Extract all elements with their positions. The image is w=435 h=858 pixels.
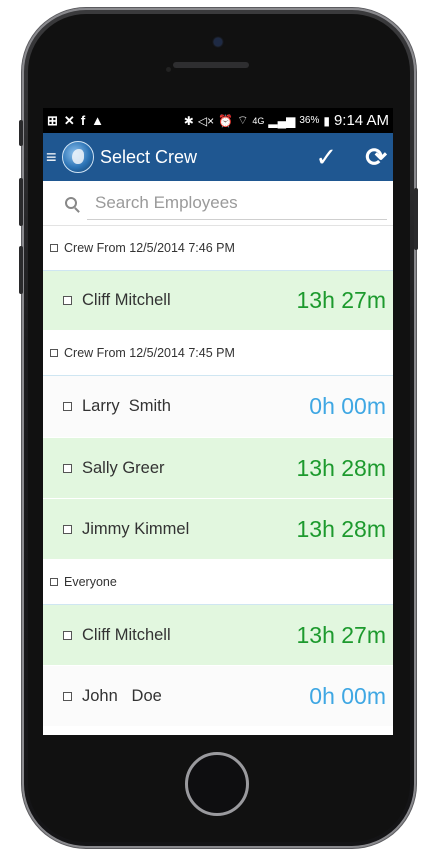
group-header[interactable]: Everyone: [43, 560, 393, 605]
search-icon: [65, 197, 77, 209]
employee-checkbox[interactable]: [63, 524, 72, 534]
employee-name: Jimmy Kimmel: [82, 519, 190, 538]
group-header-label: Crew From 12/5/2014 7:45 PM: [64, 346, 235, 360]
search-input[interactable]: [87, 186, 387, 220]
check-icon[interactable]: ✓: [315, 144, 337, 170]
wifi-icon: ⌔: [237, 113, 249, 127]
no-call-icon: ✕: [63, 112, 75, 128]
group-checkbox[interactable]: [50, 244, 58, 252]
employee-name: John Doe: [82, 686, 162, 705]
status-bar: ⊞ ✕ f ▲ ✱ ◁× ⏰ ⌔ 4G ▂▄▆ 36% ▮ 9:14 AM: [43, 108, 393, 133]
employee-time: 13h 28m: [296, 454, 386, 481]
employee-checkbox[interactable]: [63, 630, 72, 640]
mute-switch: [19, 120, 23, 146]
employee-row[interactable]: John Doe 0h 00m: [43, 666, 393, 727]
employee-name: Cliff Mitchell: [82, 625, 171, 644]
search-bar: [43, 181, 393, 226]
app-bar-actions: ✓ ⟳: [315, 144, 387, 170]
proximity-sensor: [166, 67, 171, 72]
employee-row[interactable]: Cliff Mitchell 13h 27m: [43, 271, 393, 331]
employee-checkbox[interactable]: [63, 463, 72, 473]
mute-icon: ◁×: [197, 113, 215, 128]
battery-icon: ▮: [323, 113, 330, 128]
volume-up-button: [19, 178, 23, 226]
employee-name: Sally Greer: [82, 458, 165, 477]
employee-checkbox[interactable]: [63, 691, 72, 701]
app-screen: ⊞ ✕ f ▲ ✱ ◁× ⏰ ⌔ 4G ▂▄▆ 36% ▮ 9:14 AM ≡ …: [43, 108, 393, 735]
power-button: [414, 188, 418, 250]
refresh-icon[interactable]: ⟳: [365, 144, 387, 170]
facebook-icon: f: [80, 113, 86, 128]
bluetooth-icon: ✱: [183, 113, 194, 128]
menu-icon[interactable]: ≡: [46, 147, 60, 168]
employee-name: Cliff Mitchell: [82, 291, 171, 309]
group-checkbox[interactable]: [50, 349, 58, 357]
front-camera: [214, 38, 222, 46]
alarm-icon: ⏰: [218, 113, 234, 128]
status-time: 9:14 AM: [333, 112, 389, 129]
group-header[interactable]: Crew From 12/5/2014 7:45 PM: [43, 331, 393, 376]
group-header-label: Crew From 12/5/2014 7:46 PM: [64, 241, 235, 255]
employee-time: 13h 27m: [296, 287, 386, 313]
app-logo[interactable]: [62, 141, 94, 173]
employee-row[interactable]: Cliff Mitchell 13h 27m: [43, 605, 393, 666]
employee-time: 0h 00m: [309, 393, 386, 419]
group-checkbox[interactable]: [50, 578, 58, 586]
employee-time: 0h 00m: [309, 682, 386, 709]
employee-row[interactable]: Sally Greer 13h 28m: [43, 438, 393, 499]
employee-name: Larry Smith: [82, 397, 171, 415]
signal-icon: ▂▄▆: [268, 113, 296, 128]
volume-down-button: [19, 246, 23, 294]
status-left-icons: ⊞ ✕ f ▲: [47, 113, 104, 129]
status-right-icons: ✱ ◁× ⏰ ⌔ 4G ▂▄▆ 36% ▮ 9:14 AM: [184, 112, 389, 129]
home-button[interactable]: [185, 752, 249, 816]
battery-percent: 36%: [299, 115, 320, 126]
employee-checkbox[interactable]: [63, 296, 72, 305]
employee-row[interactable]: Larry Smith 0h 00m: [43, 376, 393, 438]
group-header-label: Everyone: [64, 575, 117, 589]
employee-time: 13h 28m: [296, 515, 386, 542]
employee-checkbox[interactable]: [63, 402, 72, 411]
group-header[interactable]: Crew From 12/5/2014 7:46 PM: [43, 226, 393, 271]
network-type: 4G: [252, 115, 265, 126]
employee-time: 13h 27m: [296, 621, 386, 648]
employee-row[interactable]: Jimmy Kimmel 13h 28m: [43, 499, 393, 560]
page-title: Select Crew: [100, 146, 198, 167]
plus-box-icon: ⊞: [47, 112, 58, 128]
earpiece-speaker: [173, 62, 249, 68]
app-bar: ≡ Select Crew ✓ ⟳: [43, 133, 393, 181]
warning-icon: ▲: [91, 113, 105, 128]
